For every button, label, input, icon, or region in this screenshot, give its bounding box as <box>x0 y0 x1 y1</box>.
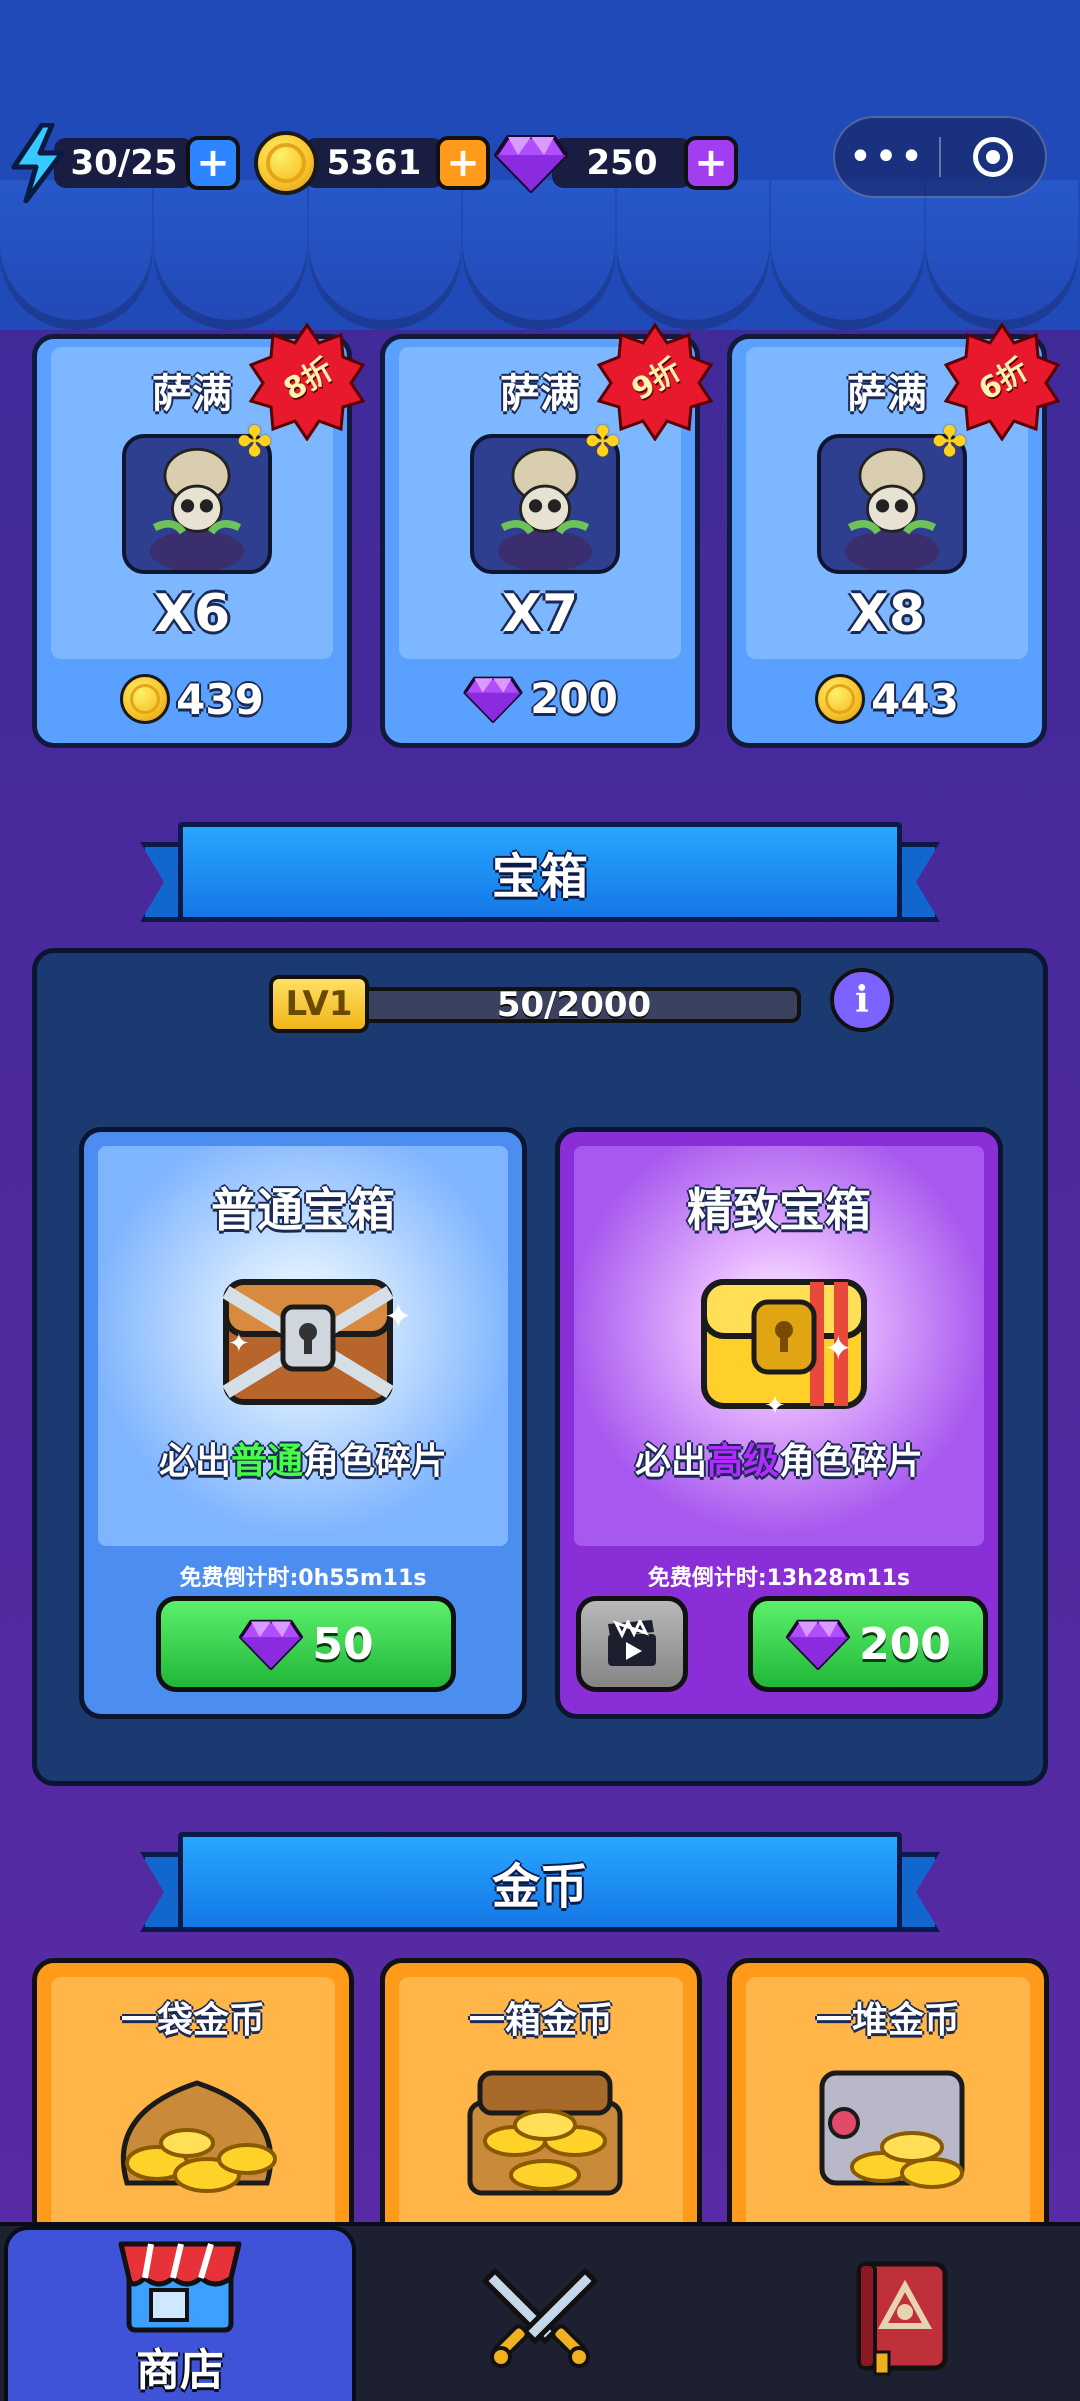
offer-price[interactable]: 439 <box>37 674 347 724</box>
tab-label: 商店 <box>136 2344 224 2396</box>
svg-text:✦: ✦ <box>764 1391 786 1421</box>
coin-icon <box>254 131 318 195</box>
buy-premium-chest-button[interactable]: 200 <box>748 1596 988 1692</box>
gem-icon <box>239 1619 304 1670</box>
coin-resource: 5361 + <box>254 131 490 195</box>
chained-chest-icon: ✦ ✦ <box>222 1279 408 1405</box>
level-progress-text: 50/2000 <box>496 987 652 1023</box>
discount-badge: 6折 <box>942 321 1062 441</box>
discount-badge: 9折 <box>595 321 715 441</box>
coin-icon <box>120 674 171 724</box>
coin-safe-icon <box>819 2070 965 2189</box>
section-title: 金币 <box>178 1832 902 1932</box>
chest-title: 普通宝箱 <box>211 1183 395 1237</box>
miniprogram-capsule: ••• <box>833 116 1047 198</box>
add-coins-button[interactable]: + <box>436 136 490 190</box>
gem-icon <box>494 135 568 193</box>
discount-badge: 8折 <box>247 321 367 441</box>
tab-book[interactable] <box>810 2226 990 2401</box>
gold-offer-card[interactable]: 一箱金币 <box>380 1958 702 2258</box>
add-energy-button[interactable]: + <box>186 136 240 190</box>
offer-price[interactable]: 443 <box>732 674 1042 724</box>
gold-offer-card[interactable]: 一堆金币 <box>727 1958 1049 2258</box>
video-clapper-icon <box>608 1620 656 1666</box>
chest-description: 必出普通角色碎片 <box>158 1441 448 1482</box>
add-gems-button[interactable]: + <box>684 136 738 190</box>
svg-text:✦: ✦ <box>384 1297 408 1337</box>
more-menu-button[interactable]: ••• <box>835 134 939 180</box>
normal-chest-card[interactable]: 普通宝箱 ✦ ✦ 必出普通角色碎片 免费倒计时:0h55m11s 50 <box>79 1127 527 1719</box>
target-icon <box>972 137 1013 177</box>
svg-text:✦: ✦ <box>228 1329 250 1359</box>
svg-text:✦: ✦ <box>824 1329 853 1369</box>
chest-title: 精致宝箱 <box>687 1183 871 1237</box>
offer-quantity: X8 <box>848 584 926 644</box>
premium-chest-card[interactable]: 精致宝箱 ✦ ✦ 必出高级角色碎片 免费倒计时:13h28m11s 200 <box>555 1127 1003 1719</box>
gold-offer-name: 一箱金币 <box>468 2000 613 2041</box>
offer-quantity: X7 <box>501 584 579 644</box>
level-progress-bar: 50/2000 <box>347 987 801 1023</box>
bottom-nav: 商店 <box>0 2222 1080 2401</box>
lightning-icon <box>11 123 65 203</box>
tab-shop[interactable]: 商店 <box>4 2226 356 2401</box>
tab-battle[interactable] <box>450 2226 630 2401</box>
level-badge: LV1 <box>269 975 369 1033</box>
close-miniprogram-button[interactable] <box>941 137 1045 177</box>
gem-resource: 250 + <box>494 132 738 194</box>
buy-normal-chest-button[interactable]: 50 <box>156 1596 456 1692</box>
offer-quantity: X6 <box>153 584 231 644</box>
offer-card[interactable]: 萨满 ✤ X8 443 6折 <box>727 322 1061 748</box>
chest-panel: LV1 50/2000 i 普通宝箱 ✦ ✦ 必出普通角色碎片 免费倒计时:0h… <box>32 948 1048 1786</box>
battle-swords-icon <box>481 2266 599 2368</box>
chest-section-banner: 宝箱 <box>140 822 940 932</box>
offer-card[interactable]: 萨满 ✤ X6 439 8折 <box>32 322 366 748</box>
gold-offer-card[interactable]: 一袋金币 <box>32 1958 354 2258</box>
gold-offer-name: 一堆金币 <box>815 2000 960 2041</box>
energy-value: 30/25 <box>54 138 194 188</box>
free-timer: 免费倒计时:0h55m11s <box>179 1566 427 1591</box>
gold-chest-icon: ✦ ✦ <box>701 1279 867 1421</box>
offer-price[interactable]: 200 <box>385 674 695 723</box>
gem-value: 250 <box>552 138 692 188</box>
coin-chest-icon <box>467 2070 623 2196</box>
gem-icon <box>463 676 523 723</box>
watch-ad-button[interactable] <box>576 1596 688 1692</box>
info-button[interactable]: i <box>830 968 894 1032</box>
coin-bag-icon <box>120 2080 277 2193</box>
coin-value: 5361 <box>304 138 444 188</box>
free-timer: 免费倒计时:13h28m11s <box>647 1566 911 1591</box>
gem-icon <box>785 1619 851 1670</box>
shop-icon <box>118 2241 242 2332</box>
energy-resource: 30/25 + <box>8 123 240 203</box>
book-icon <box>856 2261 948 2375</box>
gold-offer-name: 一袋金币 <box>120 2000 265 2041</box>
chest-description: 必出高级角色碎片 <box>634 1441 924 1482</box>
offer-card[interactable]: 萨满 ✤ X7 200 9折 <box>380 322 714 748</box>
gold-section-banner: 金币 <box>140 1832 940 1942</box>
coin-icon <box>815 674 866 724</box>
section-title: 宝箱 <box>178 822 902 922</box>
